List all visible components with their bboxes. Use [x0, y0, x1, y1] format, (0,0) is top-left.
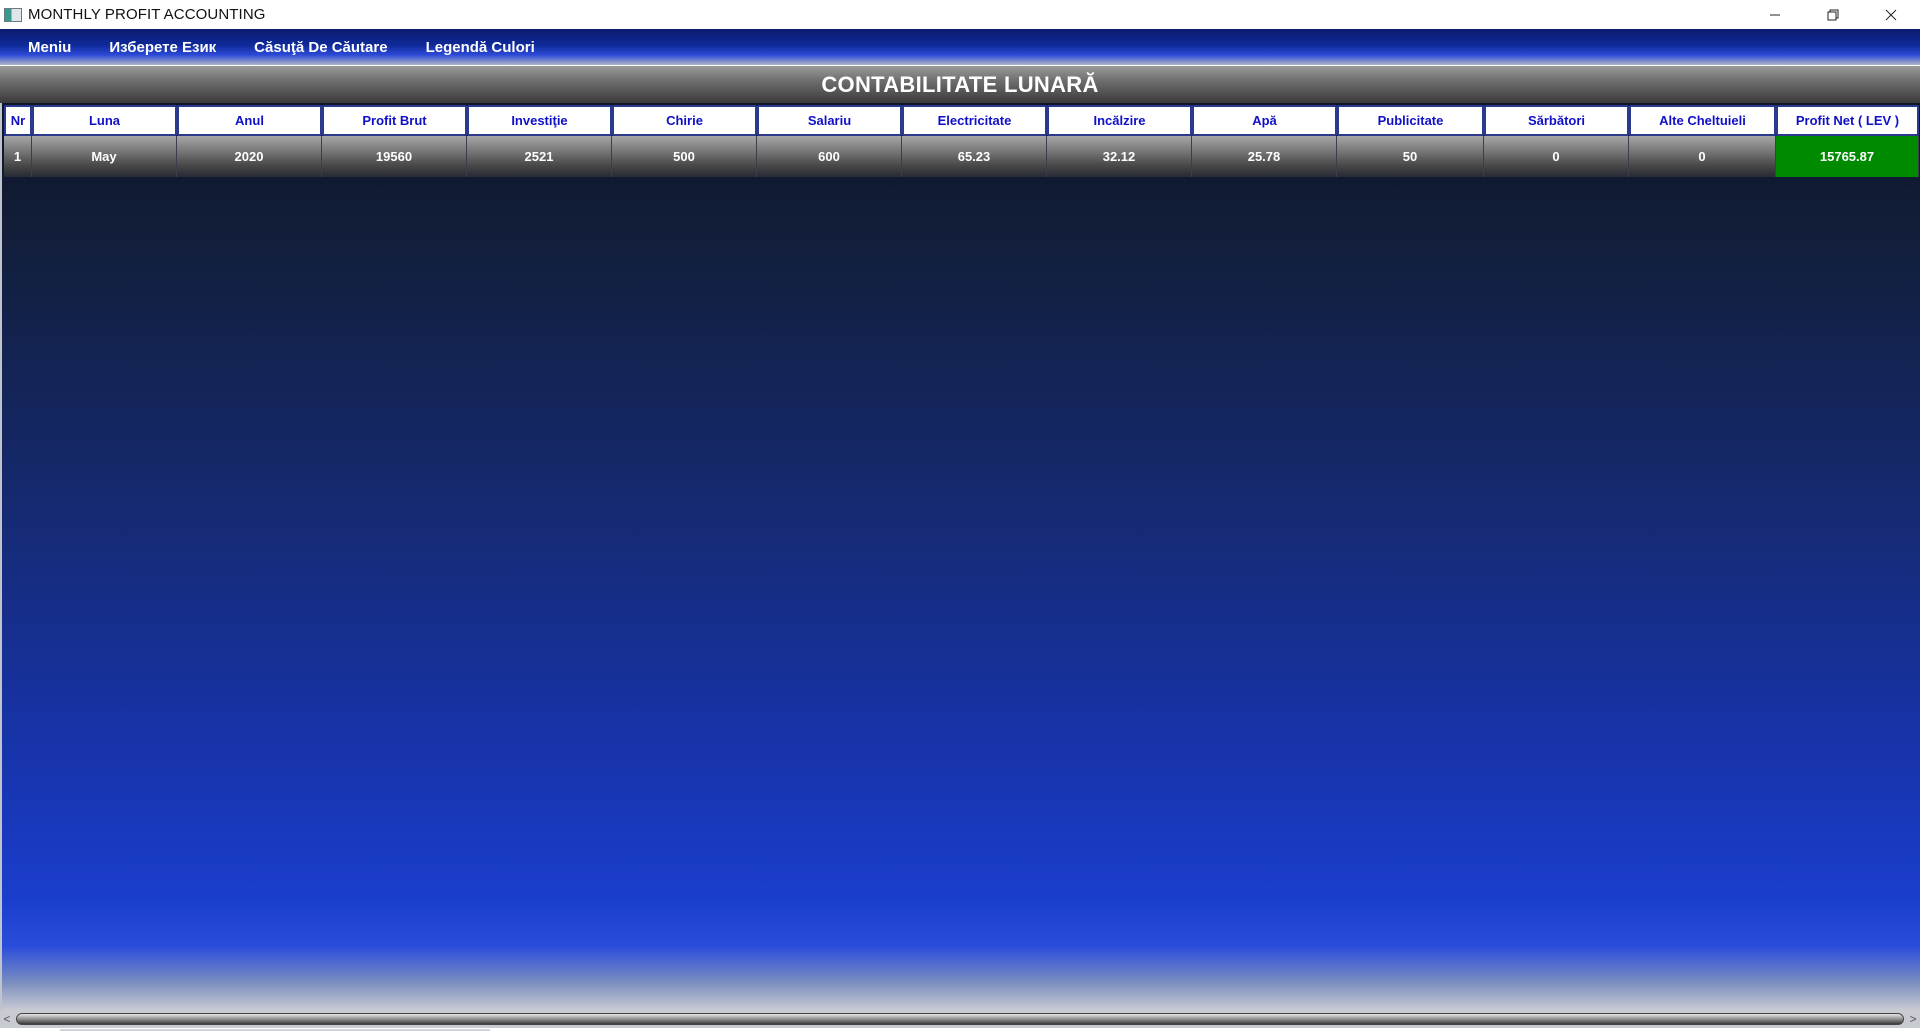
cell-electricitate[interactable]: 65.23 [902, 136, 1047, 177]
scrollbar-thumb[interactable] [16, 1013, 1904, 1025]
horizontal-scrollbar[interactable]: < > [0, 1010, 1920, 1028]
title-bar: MONTHLY PROFIT ACCOUNTING [0, 0, 1920, 29]
restore-icon [1827, 9, 1839, 20]
column-header-chirie[interactable]: Chirie [612, 105, 757, 136]
page-heading: CONTABILITATE LUNARĂ [0, 66, 1920, 103]
window-title: MONTHLY PROFIT ACCOUNTING [28, 6, 266, 23]
scroll-left-icon[interactable]: < [0, 1010, 14, 1028]
column-header-publicitate[interactable]: Publicitate [1337, 105, 1484, 136]
close-icon [1885, 9, 1897, 20]
restore-button[interactable] [1804, 0, 1862, 29]
cell-luna[interactable]: May [32, 136, 177, 177]
cell-sarbatori[interactable]: 0 [1484, 136, 1629, 177]
column-header-profit-brut[interactable]: Profit Brut [322, 105, 467, 136]
cell-anul[interactable]: 2020 [177, 136, 322, 177]
cell-salariu[interactable]: 600 [757, 136, 902, 177]
table-row[interactable]: 1 May 2020 19560 2521 500 600 65.23 32.1… [4, 136, 1919, 177]
cell-apa[interactable]: 25.78 [1192, 136, 1337, 177]
window-controls [1746, 0, 1920, 29]
page-title: CONTABILITATE LUNARĂ [821, 71, 1099, 97]
column-header-anul[interactable]: Anul [177, 105, 322, 136]
cell-alte-cheltuieli[interactable]: 0 [1629, 136, 1776, 177]
menu-select-language[interactable]: Изберете Език [97, 39, 228, 56]
cell-publicitate[interactable]: 50 [1337, 136, 1484, 177]
main-area: Nr Luna Anul Profit Brut Investiţie Chir… [0, 103, 1920, 1010]
table-header-row: Nr Luna Anul Profit Brut Investiţie Chir… [4, 105, 1919, 136]
menu-meniu[interactable]: Meniu [16, 39, 83, 56]
app-icon [4, 7, 22, 22]
minimize-icon [1770, 14, 1780, 15]
minimize-button[interactable] [1746, 0, 1804, 29]
column-header-alte-cheltuieli[interactable]: Alte Cheltuieli [1629, 105, 1776, 136]
column-header-incalzire[interactable]: Incălzire [1047, 105, 1192, 136]
cell-investitie[interactable]: 2521 [467, 136, 612, 177]
column-header-apa[interactable]: Apă [1192, 105, 1337, 136]
scroll-right-icon[interactable]: > [1906, 1010, 1920, 1028]
column-header-salariu[interactable]: Salariu [757, 105, 902, 136]
cell-chirie[interactable]: 500 [612, 136, 757, 177]
cell-incalzire[interactable]: 32.12 [1047, 136, 1192, 177]
bottom-divider [60, 1029, 490, 1031]
cell-nr[interactable]: 1 [4, 136, 32, 177]
close-button[interactable] [1862, 0, 1920, 29]
menu-search-box[interactable]: Căsuţă De Căutare [242, 39, 399, 56]
column-header-luna[interactable]: Luna [32, 105, 177, 136]
cell-profit-brut[interactable]: 19560 [322, 136, 467, 177]
column-header-nr[interactable]: Nr [4, 105, 32, 136]
bottom-strip [0, 1028, 1920, 1032]
cell-profit-net[interactable]: 15765.87 [1776, 136, 1919, 177]
accounting-table: Nr Luna Anul Profit Brut Investiţie Chir… [4, 105, 1919, 177]
menu-bar: Meniu Изберете Език Căsuţă De Căutare Le… [0, 29, 1920, 65]
column-header-investitie[interactable]: Investiţie [467, 105, 612, 136]
column-header-sarbatori[interactable]: Sărbători [1484, 105, 1629, 136]
column-header-electricitate[interactable]: Electricitate [902, 105, 1047, 136]
menu-color-legend[interactable]: Legendă Culori [414, 39, 547, 56]
column-header-profit-net[interactable]: Profit Net ( LEV ) [1776, 105, 1919, 136]
